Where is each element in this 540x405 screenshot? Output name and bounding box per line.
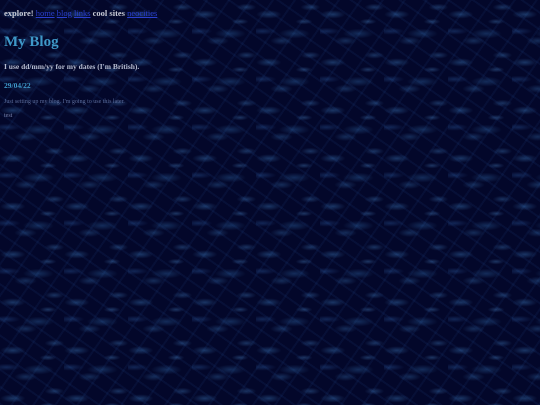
entry-text: Just setting up my blog. I'm going to us… [4,99,125,105]
nav-link-blog[interactable]: blog [57,8,72,18]
blog-entry: 29/04/22 Just setting up my blog. I'm go… [4,81,534,120]
nav-bar: explore! home blog links cool sites neoc… [4,8,534,19]
nav-link-home[interactable]: home [36,8,55,18]
entry-extra-text: test [4,113,13,119]
page-title: My Blog [4,34,59,50]
entry-date: 29/04/22 [4,81,31,90]
page-content: explore! home blog links cool sites neoc… [4,8,534,120]
nav-link-neocities[interactable]: neocities [127,8,157,18]
cool-sites-label: cool sites [92,8,125,18]
explore-label: explore! [4,8,34,18]
date-format-note: I use dd/mm/yy for my dates (I'm British… [4,62,140,71]
nav-link-links[interactable]: links [74,8,91,18]
page: { "nav": { "explore_label": "explore!", … [0,0,540,405]
